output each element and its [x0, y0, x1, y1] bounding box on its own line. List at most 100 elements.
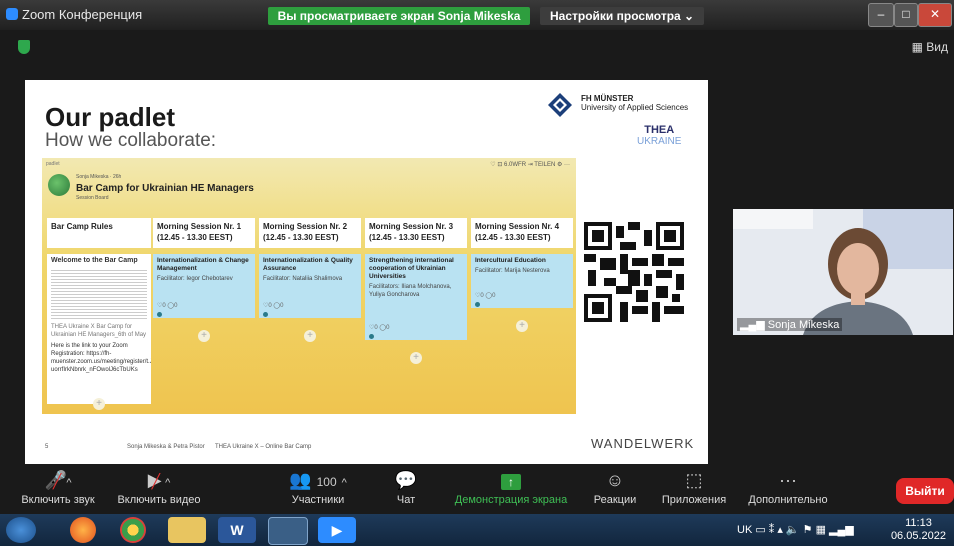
close-button[interactable]: ✕ — [918, 3, 952, 27]
slide-subtitle: How we collaborate: — [45, 130, 217, 151]
column-head: Morning Session Nr. 1 (12.45 - 13.30 EES… — [153, 218, 255, 248]
card-facilitator: Facilitator: Marija Nesterova — [475, 268, 550, 274]
share-banner: Вы просматриваете экран Sonja Mikeska — [268, 7, 530, 25]
padlet-avatar-icon — [48, 174, 70, 196]
chrome-window-icon[interactable] — [268, 517, 308, 545]
mic-muted-icon: 🎤╱ ^ — [44, 470, 72, 490]
author-icon — [475, 302, 480, 307]
card-meta: ♡0 ◯0 — [263, 303, 284, 309]
welcome-card: Welcome to the Bar Camp THEA Ukraine X B… — [47, 254, 151, 404]
fh-name: FH MÜNSTER — [581, 94, 634, 103]
apps-button[interactable]: ⬚ Приложения — [656, 466, 732, 514]
tray-icons: ▭ ⁑ ▴ 🔈 ⚑ ▦ ▂▄▆ — [755, 524, 854, 536]
author-icon — [263, 312, 268, 317]
document-thumbnail — [51, 268, 147, 320]
language-indicator[interactable]: UK — [737, 524, 752, 536]
qr-code-icon — [584, 221, 684, 323]
padlet-author: Sonja Mikeska · 26h — [76, 174, 122, 180]
apps-label: Приложения — [661, 494, 727, 506]
slide-footer-authors: Sonja Mikeska & Petra Pistor — [127, 444, 205, 450]
firefox-icon[interactable] — [70, 517, 96, 543]
welcome-caption: THEA Ukraine X Bar Camp for Ukrainian HE… — [51, 324, 147, 338]
word-icon[interactable]: W — [218, 517, 256, 543]
security-shield-icon[interactable] — [18, 40, 30, 54]
author-icon — [369, 334, 374, 339]
reactions-icon: ☺ — [605, 470, 625, 490]
add-post-icon: + — [304, 330, 316, 342]
share-screen-icon: ↑ — [450, 466, 572, 494]
thea-ukraine-text: UKRAINE — [637, 136, 682, 147]
leave-button[interactable]: Выйти — [896, 478, 954, 504]
grid-icon: ▦ — [911, 40, 927, 54]
session-card: Internationalization & Quality Assurance… — [259, 254, 361, 318]
video-off-icon: ▶╱ ^ — [147, 470, 171, 490]
card-title: Internationalization & Change Management — [157, 257, 249, 272]
session-card: Intercultural Education Facilitator: Mar… — [471, 254, 573, 308]
column-head: Morning Session Nr. 3 (12.45 - 13.30 EES… — [365, 218, 467, 248]
add-post-icon: + — [410, 352, 422, 364]
zoom-taskbar-icon[interactable]: ▶ — [318, 517, 356, 543]
slide-page-number: 5 — [45, 444, 49, 450]
chat-icon: 💬 — [394, 470, 418, 490]
padlet-screenshot: padlet ♡ ⊡ 6.0WFR ⇥ TEILEN ⚙ ··· Sonja M… — [42, 158, 576, 414]
slide-footer-event: THEA Ukraine X – Online Bar Camp — [215, 444, 312, 450]
view-button[interactable]: ▦ Вид — [912, 40, 948, 54]
add-post-icon: + — [93, 398, 105, 410]
welcome-title: Welcome to the Bar Camp — [51, 257, 138, 264]
card-facilitator: Facilitator: Nataliia Shalimova — [263, 276, 343, 282]
column-head: Bar Camp Rules — [47, 218, 151, 248]
folder-icon[interactable] — [168, 517, 206, 543]
zoom-logo-icon — [6, 8, 18, 20]
participant-video[interactable]: ▂▄▆ Sonja Mikeska — [733, 209, 953, 335]
start-video-button[interactable]: ▶╱ ^ Включить видео — [110, 466, 208, 514]
maximize-button[interactable]: □ — [894, 3, 918, 27]
fh-muenster-logo-icon — [548, 93, 572, 117]
chat-label: Чат — [396, 494, 416, 506]
shared-screen: Our padlet How we collaborate: FH MÜNSTE… — [25, 80, 708, 464]
padlet-board-type: Session Board — [76, 195, 109, 201]
column-head: Morning Session Nr. 2 (12.45 - 13.30 EES… — [259, 218, 361, 248]
minimize-button[interactable]: – — [868, 3, 894, 27]
chat-button[interactable]: 💬 Чат — [388, 466, 424, 514]
card-meta: ♡0 ◯0 — [157, 303, 178, 309]
padlet-toolbar: ♡ ⊡ 6.0WFR ⇥ TEILEN ⚙ ··· — [490, 162, 570, 168]
start-video-label: Включить видео — [117, 494, 201, 506]
view-settings-button[interactable]: Настройки просмотра ⌄ — [540, 7, 704, 25]
participant-name-label: ▂▄▆ Sonja Mikeska — [737, 318, 843, 331]
reactions-button[interactable]: ☺ Реакции — [590, 466, 640, 514]
participants-icon: 👥 100 ^ — [289, 470, 347, 490]
share-screen-label: Демонстрация экрана — [454, 494, 568, 506]
add-post-icon: + — [198, 330, 210, 342]
padlet-title: Bar Camp for Ukrainian HE Managers — [76, 183, 254, 194]
card-facilitator: Facilitators: Iliana Molchanova, Yuliya … — [369, 284, 452, 298]
card-meta: ♡0 ◯0 — [369, 325, 390, 331]
participant-name: Sonja Mikeska — [767, 319, 840, 331]
session-card: Internationalization & Change Management… — [153, 254, 255, 318]
card-title: Strengthening international cooperation … — [369, 257, 454, 280]
session-card: Strengthening international cooperation … — [365, 254, 467, 340]
participants-count: 100 — [316, 475, 337, 489]
welcome-text: Here is the link to your Zoom Registrati… — [51, 343, 151, 373]
participant-portrait — [733, 209, 953, 335]
windows-taskbar: W ▶ UK ▭ ⁑ ▴ 🔈 ⚑ ▦ ▂▄▆ 11:13 06.05.2022 — [0, 514, 954, 546]
more-button[interactable]: ··· Дополнительно — [744, 466, 832, 514]
reactions-label: Реакции — [593, 494, 637, 506]
view-label: Вид — [926, 40, 948, 54]
start-button-icon[interactable] — [6, 517, 36, 543]
more-icon: ··· — [779, 470, 797, 490]
column-head: Morning Session Nr. 4 (12.45 - 13.30 EES… — [471, 218, 573, 248]
chevron-down-icon: ⌄ — [684, 9, 695, 23]
system-tray: UK ▭ ⁑ ▴ 🔈 ⚑ ▦ ▂▄▆ — [737, 523, 854, 536]
chrome-icon[interactable] — [120, 517, 146, 543]
card-meta: ♡0 ◯0 — [475, 293, 496, 299]
add-post-icon: + — [516, 320, 528, 332]
card-facilitator: Facilitator: Iegor Chebotarev — [157, 276, 233, 282]
unmute-button[interactable]: 🎤╱ ^ Включить звук — [12, 466, 104, 514]
clock[interactable]: 11:13 06.05.2022 — [891, 517, 946, 543]
thea-text: THEA — [644, 124, 675, 136]
meeting-toolbar: 🎤╱ ^ Включить звук ▶╱ ^ Включить видео 👥… — [0, 466, 954, 514]
card-title: Intercultural Education — [475, 257, 546, 264]
participants-button[interactable]: 👥 100 ^ Участники — [276, 466, 360, 514]
apps-icon: ⬚ — [685, 470, 703, 490]
share-screen-button[interactable]: ↑ Демонстрация экрана — [450, 466, 572, 514]
